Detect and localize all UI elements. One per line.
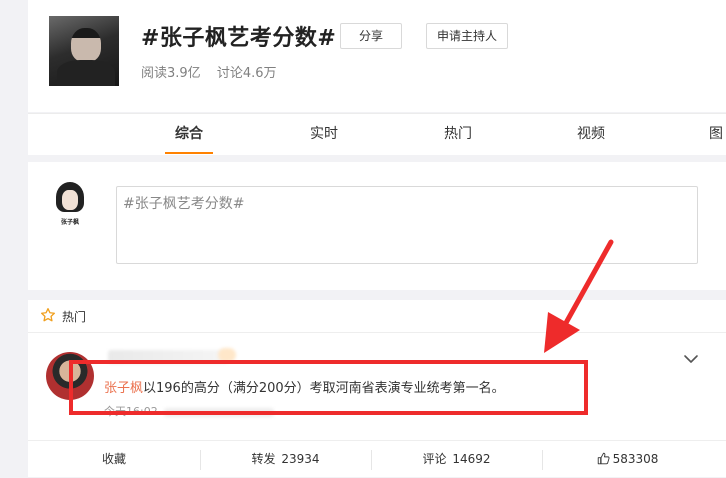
hot-section-header: 热门 (28, 300, 726, 333)
topic-cover-image[interactable] (49, 16, 119, 86)
favorite-label: 收藏 (101, 452, 126, 466)
post-action-bar: 收藏 转发 23934 评论 14692 583308 (28, 440, 726, 478)
share-button[interactable]: 分享 (340, 23, 402, 49)
topic-header: #张子枫艺考分数# 分享 申请主持人 阅读3.9亿 讨论4.6万 (28, 0, 726, 112)
comment-button[interactable]: 评论 14692 (371, 441, 542, 478)
repost-button[interactable]: 转发 23934 (200, 441, 371, 478)
favorite-button[interactable]: 收藏 (28, 441, 200, 478)
avatar-tag: 张子枫 (60, 219, 79, 226)
hot-label: 热门 (62, 310, 87, 324)
user-avatar[interactable]: 张子枫 (54, 182, 86, 236)
tab-hot[interactable]: 热门 (434, 114, 482, 154)
post-input[interactable]: #张子枫艺考分数# (116, 186, 698, 264)
like-count: 583308 (612, 452, 659, 466)
apply-host-button[interactable]: 申请主持人 (426, 23, 508, 49)
thumbs-up-icon (597, 452, 610, 465)
like-button[interactable]: 583308 (542, 441, 713, 478)
tab-comprehensive[interactable]: 综合 (165, 114, 213, 154)
star-icon (41, 308, 55, 322)
tab-images[interactable]: 图 (701, 114, 726, 154)
read-count: 阅读3.9亿 (141, 66, 201, 81)
discussion-count: 讨论4.6万 (216, 66, 277, 81)
repost-label: 转发 (251, 452, 276, 466)
tab-realtime[interactable]: 实时 (300, 114, 348, 154)
comment-label: 评论 (422, 452, 447, 466)
chevron-down-icon[interactable] (682, 352, 700, 366)
topic-stats: 阅读3.9亿 讨论4.6万 (141, 62, 277, 81)
topic-title: #张子枫艺考分数# (141, 26, 337, 51)
annotation-highlight-box (69, 360, 588, 415)
post-composer: 张子枫 #张子枫艺考分数# (28, 162, 726, 290)
tab-video[interactable]: 视频 (567, 114, 615, 154)
comment-count: 14692 (452, 452, 491, 466)
repost-count: 23934 (281, 452, 320, 466)
topic-tabs: 综合 实时 热门 视频 图 (28, 113, 726, 155)
